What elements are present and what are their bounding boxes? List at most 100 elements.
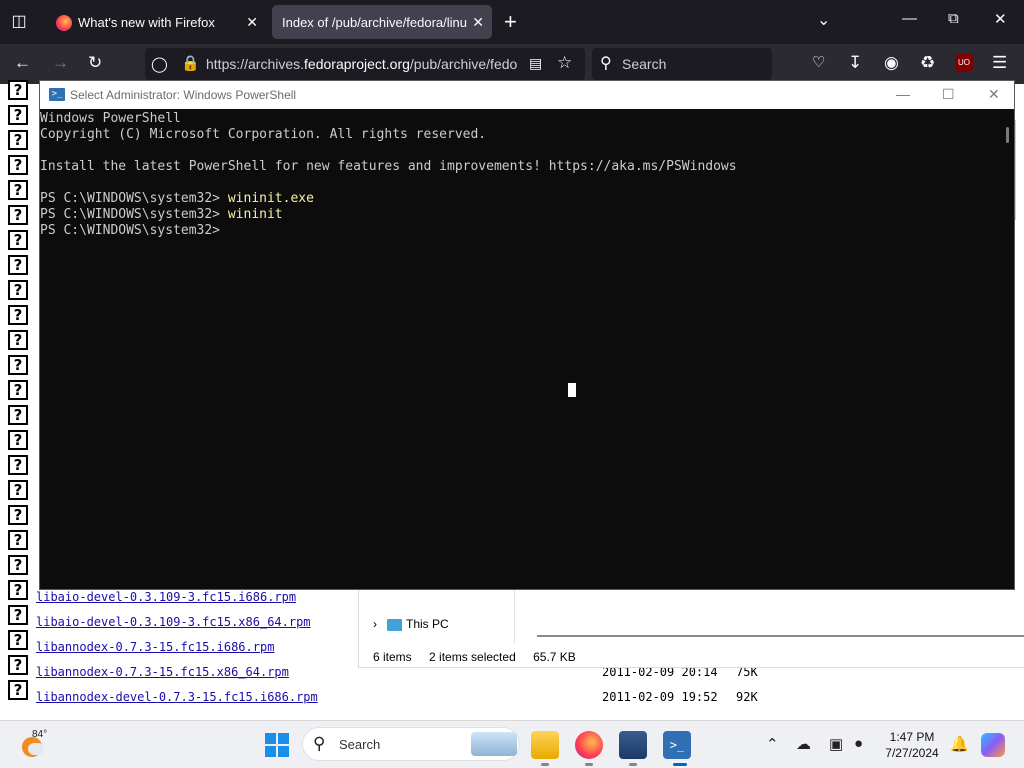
running-indicator bbox=[629, 763, 637, 766]
taskbar-search[interactable]: ⚲ Search bbox=[302, 727, 520, 761]
notification-bell-icon[interactable]: 🔔 bbox=[950, 735, 969, 753]
forward-arrow-icon[interactable]: → bbox=[52, 53, 69, 73]
nav-item-this-pc[interactable]: › This PC bbox=[373, 617, 449, 631]
clock[interactable]: 1:47 PM 7/27/2024 bbox=[876, 729, 948, 761]
url-path: /pub/archive/fedora/linux bbox=[409, 56, 518, 72]
windows-start-icon[interactable] bbox=[265, 733, 289, 757]
file-explorer-icon[interactable] bbox=[531, 731, 559, 759]
firefox-view-icon[interactable]: ◫ bbox=[8, 11, 30, 33]
console-text: Copyright (C) Microsoft Corporation. All… bbox=[40, 127, 487, 142]
console-line: PS C:\WINDOWS\system32> wininit.exe bbox=[40, 191, 1000, 207]
unknown-file-icon: ? bbox=[8, 530, 28, 550]
powershell-window[interactable]: >_ Select Administrator: Windows PowerSh… bbox=[39, 80, 1015, 590]
tab-whats-new[interactable]: What's new with Firefox ✕ bbox=[46, 5, 266, 39]
unknown-file-icon: ? bbox=[8, 505, 28, 525]
network-icon[interactable]: ● bbox=[854, 735, 863, 752]
console-line: PS C:\WINDOWS\system32> bbox=[40, 223, 1000, 239]
file-link[interactable]: libannodex-devel-0.7.3-15.fc15.i686.rpm bbox=[36, 690, 318, 704]
chevron-down-icon[interactable]: ⌄ bbox=[817, 10, 830, 30]
file-link[interactable]: libaio-devel-0.3.109-3.fc15.x86_64.rpm bbox=[36, 615, 311, 629]
unknown-file-icon: ? bbox=[8, 605, 28, 625]
console-text: Install the latest PowerShell for new fe… bbox=[40, 159, 737, 174]
reload-icon[interactable]: ↻ bbox=[88, 53, 102, 73]
maximize-button[interactable]: ☐ bbox=[942, 86, 955, 103]
close-button[interactable]: ✕ bbox=[988, 86, 1000, 103]
search-placeholder: Search bbox=[622, 56, 667, 72]
url-bar[interactable]: ◯ 🔒 https://archives.fedoraproject.org/p… bbox=[145, 48, 585, 80]
firefox-icon[interactable] bbox=[575, 731, 603, 759]
powershell-title-bar[interactable]: >_ Select Administrator: Windows PowerSh… bbox=[40, 81, 1014, 109]
download-icon[interactable]: ↧ bbox=[848, 53, 862, 73]
chevron-up-icon[interactable]: ⌃ bbox=[766, 735, 779, 753]
console-command: wininit.exe bbox=[227, 191, 314, 206]
display-icon[interactable]: ▣ bbox=[829, 735, 843, 753]
firefox-icon bbox=[56, 14, 72, 31]
console-line: Copyright (C) Microsoft Corporation. All… bbox=[40, 127, 1000, 143]
pocket-icon[interactable]: ♡ bbox=[812, 53, 825, 71]
file-link[interactable]: libaio-devel-0.3.109-3.fc15.i686.rpm bbox=[36, 590, 296, 604]
new-tab-button[interactable]: + bbox=[504, 9, 517, 35]
search-highlight-image bbox=[471, 732, 517, 756]
horizontal-scrollbar[interactable] bbox=[537, 635, 1024, 637]
unknown-file-icon: ? bbox=[8, 455, 28, 475]
console-output[interactable]: Windows PowerShell Copyright (C) Microso… bbox=[40, 109, 1000, 589]
back-arrow-icon[interactable]: ← bbox=[14, 53, 31, 73]
running-indicator bbox=[585, 763, 593, 766]
url-text[interactable]: https://archives.fedoraproject.org/pub/a… bbox=[206, 56, 518, 72]
console-prompt: PS C:\WINDOWS\system32> bbox=[40, 207, 228, 222]
scrollbar-thumb[interactable] bbox=[1006, 127, 1009, 143]
nav-item-label: This PC bbox=[406, 617, 449, 631]
extensions-icon[interactable]: ♻ bbox=[920, 53, 935, 73]
restore-button[interactable]: ⧉ bbox=[948, 10, 959, 27]
chevron-right-icon[interactable]: › bbox=[373, 617, 377, 631]
selected-size: 65.7 KB bbox=[533, 650, 576, 664]
reader-view-icon[interactable]: ▤ bbox=[529, 55, 542, 72]
explorer-nav-pane: › This PC bbox=[359, 588, 515, 644]
taskbar: 84° ⚲ Search >_ ⌃ ☁ ▣ ● 1:47 PM 7/27/202… bbox=[0, 720, 1024, 768]
lock-icon[interactable]: 🔒 bbox=[181, 54, 200, 72]
tab-index-pub-archive[interactable]: Index of /pub/archive/fedora/linux ✕ bbox=[272, 5, 492, 39]
unknown-file-icon: ? bbox=[8, 80, 28, 100]
file-link[interactable]: libannodex-0.7.3-15.fc15.i686.rpm bbox=[36, 640, 274, 654]
shield-icon[interactable]: ◯ bbox=[151, 55, 168, 73]
item-count: 6 items bbox=[373, 650, 412, 664]
close-tab-icon[interactable]: ✕ bbox=[472, 5, 484, 39]
unknown-file-icon: ? bbox=[8, 380, 28, 400]
virtualbox-icon[interactable] bbox=[619, 731, 647, 759]
minimize-button[interactable]: — bbox=[902, 10, 917, 27]
explorer-status-bar: 6 items 2 items selected 65.7 KB bbox=[373, 650, 590, 664]
copilot-icon[interactable] bbox=[981, 733, 1005, 757]
search-icon: ⚲ bbox=[600, 55, 612, 72]
unknown-file-icon: ? bbox=[8, 330, 28, 350]
file-link[interactable]: libannodex-0.7.3-15.fc15.x86_64.rpm bbox=[36, 665, 289, 679]
search-icon: ⚲ bbox=[313, 734, 326, 753]
bookmark-star-icon[interactable]: ☆ bbox=[557, 53, 572, 73]
menu-icon[interactable]: ☰ bbox=[992, 53, 1007, 73]
file-date: 2011-02-09 19:52 bbox=[602, 690, 718, 704]
ublock-extension-icon[interactable]: UO bbox=[955, 54, 973, 72]
search-bar[interactable]: ⚲ Search bbox=[592, 48, 772, 80]
console-prompt: PS C:\WINDOWS\system32> bbox=[40, 191, 228, 206]
weather-temperature[interactable]: 84° bbox=[32, 729, 47, 740]
window-title: Select Administrator: Windows PowerShell bbox=[70, 88, 297, 102]
onedrive-icon[interactable]: ☁ bbox=[796, 735, 811, 753]
tab-title: What's new with Firefox bbox=[78, 14, 215, 30]
close-tab-icon[interactable]: ✕ bbox=[246, 5, 258, 39]
unknown-file-icon: ? bbox=[8, 680, 28, 700]
close-window-button[interactable]: ✕ bbox=[994, 10, 1007, 28]
taskbar-search-label: Search bbox=[339, 737, 381, 752]
console-line: Install the latest PowerShell for new fe… bbox=[40, 159, 1000, 175]
account-icon[interactable]: ◉ bbox=[884, 53, 899, 73]
url-domain: fedoraproject.org bbox=[304, 56, 410, 72]
unknown-file-icon: ? bbox=[8, 630, 28, 650]
powershell-icon[interactable]: >_ bbox=[663, 731, 691, 759]
unknown-file-icon: ? bbox=[8, 280, 28, 300]
unknown-file-icon: ? bbox=[8, 405, 28, 425]
unknown-file-icon: ? bbox=[8, 230, 28, 250]
minimize-button[interactable]: — bbox=[896, 86, 910, 102]
text-cursor bbox=[568, 383, 576, 397]
console-scrollbar[interactable] bbox=[1000, 109, 1014, 589]
unknown-file-icon: ? bbox=[8, 355, 28, 375]
unknown-file-icon: ? bbox=[8, 480, 28, 500]
